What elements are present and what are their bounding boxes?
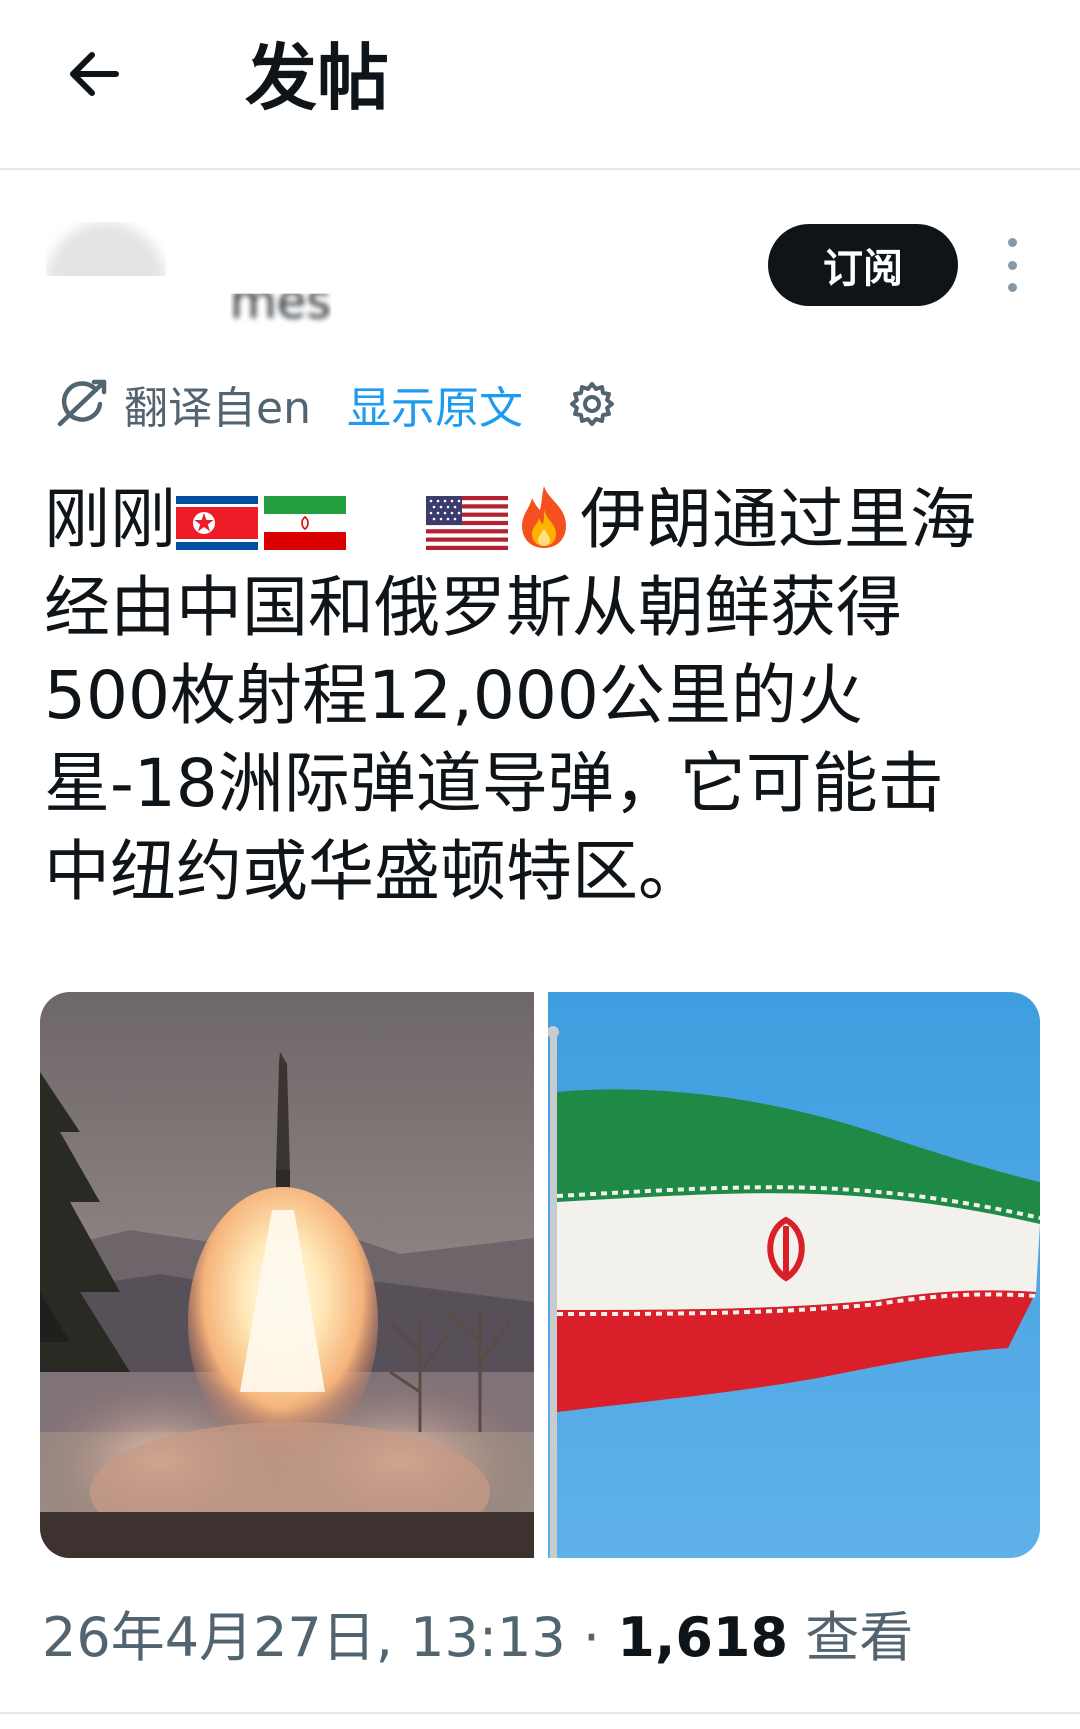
author-name[interactable]: mes — [230, 294, 331, 330]
translate-icon — [56, 376, 108, 432]
gear-icon[interactable] — [569, 380, 617, 428]
avatar[interactable] — [46, 222, 166, 276]
media-grid — [40, 992, 1040, 1558]
iran-flag-icon — [264, 496, 346, 550]
show-original-link[interactable]: 显示原文 — [347, 372, 523, 436]
fire-icon — [514, 484, 574, 550]
top-bar: 发帖 — [0, 0, 1080, 170]
post-meta: 26年4月27日, 13:13 · 1,618 查看 — [42, 1604, 913, 1672]
arrow-left-icon — [64, 44, 124, 108]
iran-flag-photo[interactable] — [548, 992, 1040, 1558]
translation-bar: 翻译自en 显示原文 — [56, 374, 617, 434]
views-count: 1,618 — [617, 1606, 789, 1669]
page-title: 发帖 — [245, 36, 390, 120]
more-options-button[interactable] — [996, 238, 1028, 292]
missile-launch-photo[interactable] — [40, 992, 534, 1558]
more-vertical-icon — [1007, 238, 1017, 247]
north-korea-flag-icon — [176, 496, 258, 550]
meta-separator: · — [582, 1606, 601, 1669]
usa-flag-icon — [426, 496, 508, 550]
post-lead-text: 伊朗通过里 — [580, 481, 910, 558]
post-text: 刚刚 伊朗通过里海经由中国和俄罗斯从朝鲜获得500枚射程12,000公里的火星-… — [44, 476, 1004, 916]
back-button[interactable] — [58, 40, 130, 112]
post-prefix: 刚刚 — [44, 481, 176, 558]
subscribe-button[interactable]: 订阅 — [768, 224, 958, 306]
views-label: 查看 — [805, 1606, 914, 1669]
post-timestamp[interactable]: 26年4月27日, 13:13 — [42, 1606, 566, 1669]
divider — [0, 1712, 1080, 1714]
translated-from-label: 翻译自en — [124, 383, 311, 434]
